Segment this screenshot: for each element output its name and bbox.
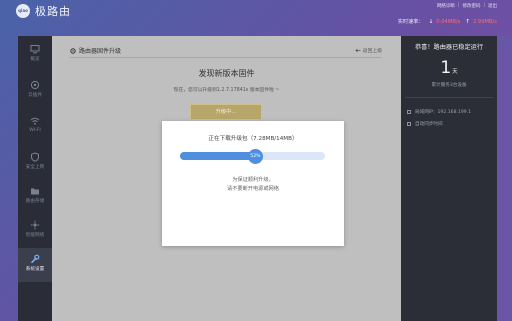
sidebar-item-label: 云插件	[28, 93, 42, 98]
auto-sync-text: 自动同步时间	[415, 122, 443, 127]
security-icon	[31, 152, 39, 162]
settings-gear-icon	[70, 47, 76, 54]
checkbox-icon	[407, 110, 411, 114]
wrench-icon	[31, 254, 40, 264]
progress-bar: 52%	[180, 148, 325, 164]
sidebar-item-label: 概览	[30, 57, 40, 62]
progress-fill	[180, 152, 256, 160]
download-status: 正在下载升级包（7.28MB/14MB）	[208, 136, 298, 142]
sidebar: 概览 云插件 WI-FI 安全上网 路由存储 智能网络 系统设置	[18, 36, 52, 321]
top-bar: qiao 极路由 网络诊断 | 修改密码 | 退出 实时速率： ↓ 0.04MB…	[0, 0, 512, 36]
upgrade-note-line1: 为保证顺利升级，	[232, 177, 274, 183]
logout-link[interactable]: 退出	[488, 3, 497, 9]
back-link-text: 返回上级	[362, 49, 382, 54]
monitor-icon	[30, 45, 40, 54]
upload-speed: 2.99MB/s	[472, 18, 497, 25]
progress-indicator: 52%	[247, 148, 263, 164]
auto-sync-row[interactable]: 自动同步时间	[407, 121, 443, 127]
page-title-text: 路由器固件升级	[79, 48, 122, 55]
back-link[interactable]: 返回上级	[355, 47, 382, 54]
uptime-days: 1天	[401, 58, 497, 78]
upgrade-progress-dialog: 正在下载升级包（7.28MB/14MB） 52% 为保证顺利升级， 请不要断开电…	[162, 121, 344, 246]
back-arrow-icon	[355, 48, 361, 53]
wifi-icon	[30, 117, 40, 125]
sidebar-item-system-settings[interactable]: 系统设置	[18, 248, 52, 282]
speed-label: 实时速率：	[397, 19, 424, 25]
change-password-link[interactable]: 修改密码	[462, 3, 480, 9]
uptime-days-unit: 天	[452, 69, 458, 75]
cloud-plugin-icon	[30, 80, 40, 90]
sidebar-item-overview[interactable]: 概览	[18, 38, 52, 72]
right-edge-bar	[497, 36, 512, 321]
lan-ip-row: 局域网IP：192.168.199.1	[407, 109, 471, 115]
sidebar-item-label: WI-FI	[29, 128, 41, 133]
storage-icon	[31, 188, 39, 195]
network-diagnose-link[interactable]: 网络诊断	[437, 3, 455, 9]
sidebar-item-label: 智能网络	[25, 233, 45, 238]
status-panel: 恭喜！路由器已稳定运行 1天 累计服务3台设备 局域网IP：192.168.19…	[401, 36, 497, 321]
sidebar-item-security[interactable]: 安全上网	[18, 146, 52, 180]
logo-badge-icon: qiao	[16, 4, 30, 18]
upgrade-button[interactable]: 升级中...	[190, 104, 262, 120]
page-title: 路由器固件升级	[70, 46, 121, 55]
download-speed: 0.04MB/s	[436, 18, 461, 25]
sidebar-item-wifi[interactable]: WI-FI	[18, 110, 52, 144]
new-firmware-title: 发现新版本固件	[198, 69, 255, 78]
download-arrow-icon: ↓	[428, 18, 434, 25]
panel-divider	[405, 97, 493, 98]
sidebar-item-label: 路由存储	[25, 199, 45, 204]
main-header: 路由器固件升级 返回上级	[70, 44, 382, 58]
sidebar-item-storage[interactable]: 路由存储	[18, 180, 52, 214]
lan-ip-text: 局域网IP：192.168.199.1	[415, 110, 472, 115]
upload-arrow-icon: ↑	[465, 18, 470, 25]
link-separator: |	[457, 3, 460, 8]
uptime-congrats: 恭喜！路由器已稳定运行	[414, 44, 484, 51]
sidebar-item-smart-network[interactable]: 智能网络	[18, 214, 52, 248]
new-firmware-desc: 现在，您可以升级到1.2.7.17841s 版本固件啦 ~	[173, 88, 280, 93]
brand-name: 极路由	[35, 5, 71, 18]
brand-logo[interactable]: qiao 极路由	[16, 3, 71, 19]
sidebar-item-cloud-plugin[interactable]: 云插件	[18, 74, 52, 108]
smart-network-icon	[30, 220, 40, 230]
link-separator: |	[483, 3, 485, 8]
upgrade-note-line2: 请不要断开电源或网络	[227, 186, 279, 192]
top-links: 网络诊断 | 修改密码 | 退出	[437, 3, 497, 9]
uptime-days-value: 1	[440, 58, 452, 78]
sidebar-item-label: 系统设置	[25, 267, 45, 272]
realtime-speed: 实时速率： ↓ 0.04MB/s ↑ 2.99MB/s	[397, 18, 497, 26]
served-devices: 累计服务3台设备	[431, 83, 467, 88]
checkbox-icon	[407, 122, 411, 126]
sidebar-item-label: 安全上网	[25, 165, 45, 170]
